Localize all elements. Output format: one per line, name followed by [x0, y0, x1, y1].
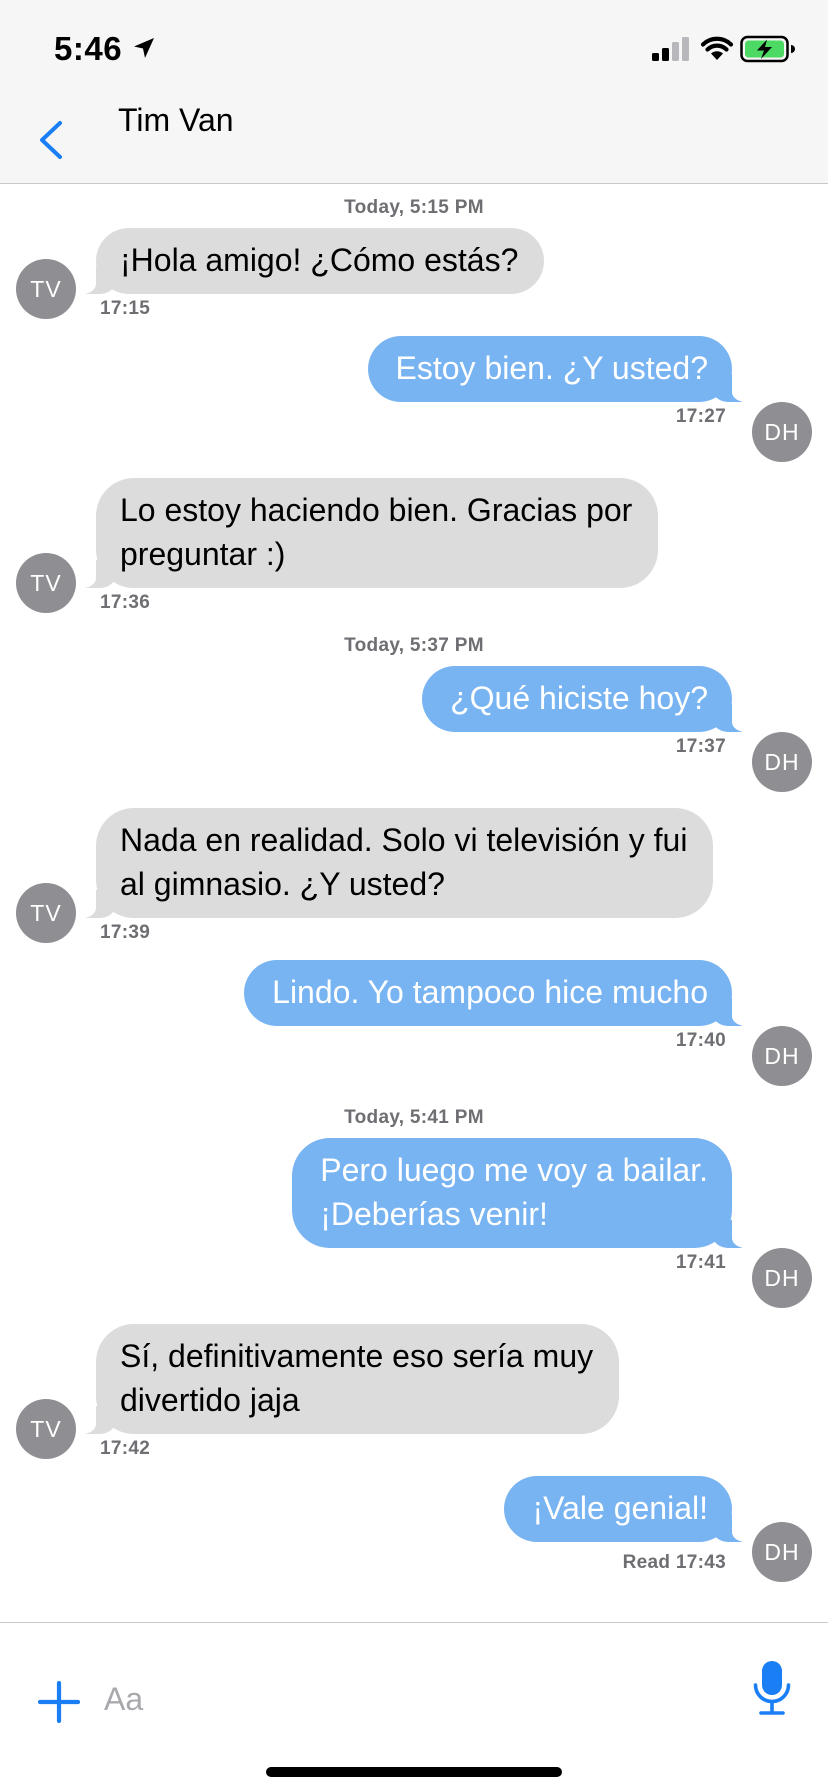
incoming-message-bubble[interactable]: Nada en realidad. Solo vi televisión y f… — [69, 808, 714, 918]
wifi-icon — [700, 36, 734, 60]
message-text: ¡Hola amigo! ¿Cómo estás? — [120, 242, 519, 278]
contact-avatar[interactable]: TV — [16, 1399, 76, 1459]
message-text-line: Sí, definitivamente eso sería muy — [120, 1338, 594, 1374]
contact-name[interactable]: Tim Van — [118, 102, 234, 139]
message-text-line: preguntar :) — [120, 536, 286, 572]
incoming-message-bubble[interactable]: Lo estoy haciendo bien. Gracias por preg… — [69, 478, 659, 588]
location-arrow-icon — [134, 38, 154, 58]
conversation-timestamp: Today, 5:41 PM — [344, 1107, 484, 1128]
outgoing-message-bubble[interactable]: ¡Vale genial! — [504, 1476, 758, 1542]
message-text-line: ¡Deberías venir! — [320, 1196, 548, 1232]
read-receipt-time: Read 17:43 — [622, 1552, 726, 1573]
navigation-header: 5:46 Tim Van — [0, 0, 828, 184]
plus-icon[interactable] — [38, 1681, 80, 1723]
message-time: 17:37 — [675, 736, 726, 757]
message-text: Estoy bien. ¿Y usted? — [395, 350, 708, 386]
message-time: 17:15 — [100, 298, 151, 319]
message-text-line: Lo estoy haciendo bien. Gracias por — [120, 492, 633, 528]
message-text-line: al gimnasio. ¿Y usted? — [120, 866, 445, 902]
message-time: 17:40 — [675, 1030, 726, 1051]
message-input[interactable] — [104, 1669, 724, 1729]
user-avatar[interactable]: DH — [752, 732, 812, 792]
cellular-signal-icon — [652, 37, 689, 61]
message-text-line: divertido jaja — [120, 1382, 300, 1418]
message-text: ¿Qué hiciste hoy? — [450, 680, 708, 716]
conversation-timestamp: Today, 5:37 PM — [344, 635, 484, 656]
home-indicator[interactable] — [266, 1767, 562, 1777]
user-avatar[interactable]: DH — [752, 1522, 812, 1582]
message-time: 17:27 — [675, 406, 726, 427]
contact-avatar[interactable]: TV — [16, 883, 76, 943]
message-text: Lindo. Yo tampoco hice mucho — [272, 974, 708, 1010]
outgoing-message-bubble[interactable]: ¿Qué hiciste hoy? — [422, 666, 758, 732]
message-composer — [0, 1622, 828, 1792]
user-avatar[interactable]: DH — [752, 1248, 812, 1308]
message-time: 17:42 — [100, 1438, 151, 1459]
conversation-timestamp: Today, 5:15 PM — [344, 197, 484, 218]
microphone-icon[interactable] — [752, 1659, 792, 1717]
outgoing-message-bubble[interactable]: Lindo. Yo tampoco hice mucho — [244, 960, 758, 1026]
status-time: 5:46 — [54, 30, 123, 67]
user-avatar[interactable]: DH — [752, 402, 812, 462]
user-avatar[interactable]: DH — [752, 1026, 812, 1086]
contact-avatar[interactable]: TV — [16, 553, 76, 613]
incoming-message-bubble[interactable]: Sí, definitivamente eso sería muy divert… — [69, 1324, 620, 1434]
outgoing-message-bubble[interactable]: Pero luego me voy a bailar. ¡Deberías ve… — [292, 1138, 758, 1248]
contact-avatar[interactable]: TV — [16, 259, 76, 319]
message-text-line: Pero luego me voy a bailar. — [320, 1152, 708, 1188]
back-button[interactable] — [34, 118, 68, 162]
message-time: 17:36 — [100, 592, 151, 613]
outgoing-message-bubble[interactable]: Estoy bien. ¿Y usted? — [367, 336, 759, 402]
message-time: 17:41 — [675, 1252, 726, 1273]
message-text-line: Nada en realidad. Solo vi televisión y f… — [120, 822, 688, 858]
message-text: ¡Vale genial! — [532, 1490, 708, 1526]
incoming-message-bubble[interactable]: ¡Hola amigo! ¿Cómo estás? — [69, 228, 545, 294]
message-time: 17:39 — [100, 922, 151, 943]
battery-charging-icon — [740, 35, 795, 63]
